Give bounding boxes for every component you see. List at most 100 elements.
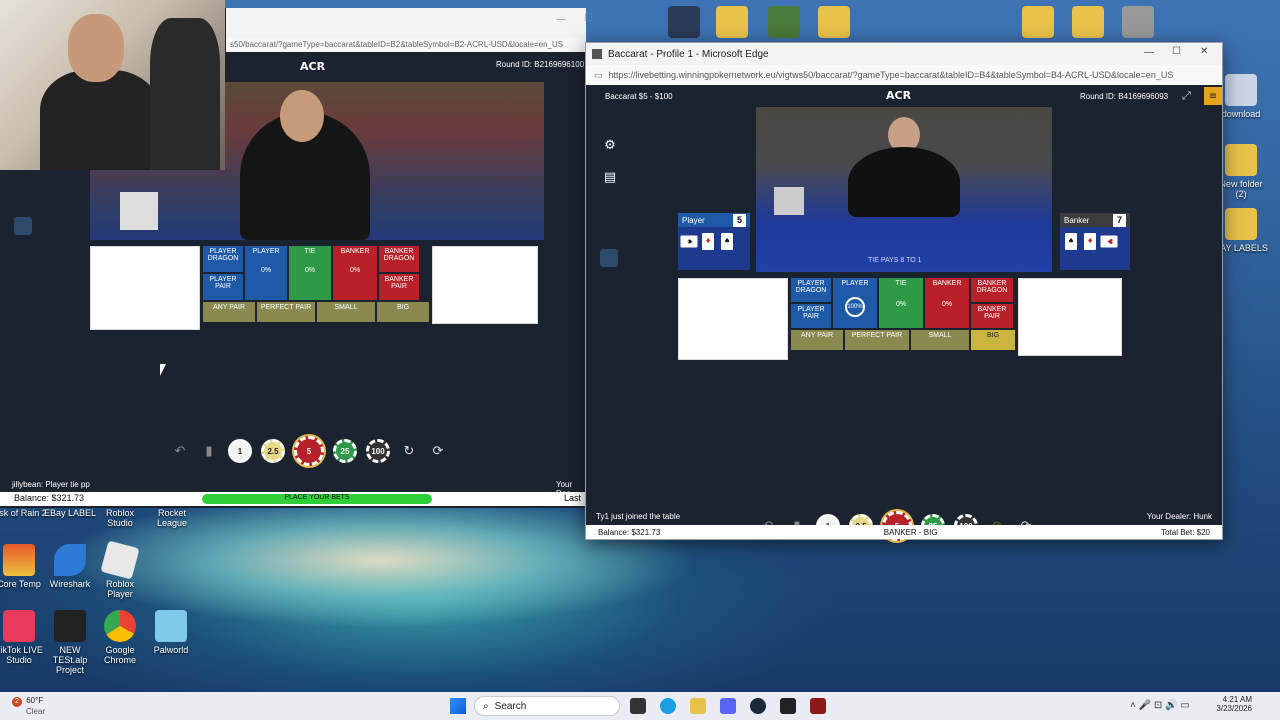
bet-small[interactable]: SMALL [911, 330, 969, 350]
mouse-cursor [160, 364, 166, 376]
discord-icon[interactable] [720, 698, 736, 714]
chip-2-5[interactable]: 2.5 [261, 439, 285, 463]
close-icon[interactable]: ✕ [1200, 46, 1208, 57]
left-bet-player[interactable]: PLAYER 0% [245, 246, 287, 300]
left-side-icon[interactable] [14, 217, 32, 235]
start-icon[interactable] [450, 698, 466, 714]
address-bar[interactable]: ▭ https://livebetting.winningpokernetwor… [586, 65, 1222, 85]
chip-100[interactable]: 100 [366, 439, 390, 463]
minimize-icon[interactable]: — [1144, 47, 1154, 58]
second-person [150, 18, 220, 170]
system-tray[interactable]: ˄ 🎤 ⊡ 🔊 ▭ [1130, 700, 1190, 711]
maximize-icon[interactable]: ☐ [584, 13, 593, 24]
banker-score-panel: Banker 7 ♠ ♦ ♥ [1060, 213, 1130, 270]
player-score: 5 [733, 213, 746, 227]
desktop-icon-roblox-player[interactable]: Roblox Player [92, 540, 148, 599]
desktop-icon-ebay-label[interactable]: EBay LABEL [42, 508, 98, 518]
edge-icon[interactable] [660, 698, 676, 714]
bet-perfect-pair[interactable]: PERFECT PAIR [845, 330, 909, 350]
left-bet-player-dragon[interactable]: PLAYER DRAGON [203, 246, 243, 272]
bet-big[interactable]: BIG [971, 330, 1015, 350]
task-view-icon[interactable] [630, 698, 646, 714]
bet-banker-pair[interactable]: BANKER PAIR [971, 304, 1013, 328]
app-icon-2[interactable] [810, 698, 826, 714]
desktop-icon-label: EBay LABEL [43, 508, 97, 518]
edge-titlebar[interactable]: Baccarat - Profile 1 - Microsoft Edge — … [586, 43, 1222, 65]
left-bet-banker-pair[interactable]: BANKER PAIR [379, 274, 419, 300]
edge-browser-window[interactable]: Baccarat - Profile 1 - Microsoft Edge — … [585, 42, 1223, 541]
left-bet-any-pair[interactable]: ANY PAIR [203, 302, 255, 322]
left-bet-small[interactable]: SMALL [317, 302, 375, 322]
desktop-icon-core-temp[interactable]: Core Temp [0, 544, 47, 589]
left-bead-road [90, 246, 200, 330]
streamer-figure [40, 70, 160, 170]
chip-25[interactable]: 25 [333, 439, 357, 463]
bet-player-dragon[interactable]: PLAYER DRAGON [791, 278, 831, 302]
desktop-icon-palworld[interactable]: Palworld [143, 610, 199, 655]
desktop-icon-top-5[interactable] [1010, 6, 1066, 41]
bet-player-pair[interactable]: PLAYER PAIR [791, 304, 831, 328]
steam-icon[interactable] [750, 698, 766, 714]
left-bet-tie[interactable]: TIE 0% [289, 246, 331, 300]
game-area: Baccarat $5 - $100 ACR Round ID: B416969… [586, 85, 1222, 541]
left-bet-perfect-pair[interactable]: PERFECT PAIR [257, 302, 315, 322]
bet-player[interactable]: PLAYER 100% [833, 278, 877, 328]
maximize-icon[interactable]: ☐ [1172, 46, 1181, 57]
history-icon[interactable]: ▤ [602, 169, 618, 185]
repeat-icon[interactable]: ↻ [399, 441, 419, 461]
left-window-titlebar[interactable]: — ☐ [226, 8, 593, 38]
gear-icon[interactable]: ⚙ [602, 137, 618, 153]
desktop-icon-top-2[interactable] [704, 6, 760, 41]
search-box[interactable]: ⌕ Search [474, 696, 620, 716]
left-acr-logo: ACR [300, 60, 326, 73]
app-icon-1[interactable] [780, 698, 796, 714]
side-chat-icon[interactable] [600, 249, 618, 267]
desktop-icon-top-7[interactable] [1110, 6, 1166, 41]
tie-pays-text: TIE PAYS 8 TO 1 [868, 257, 922, 264]
fullscreen-icon[interactable]: ⤢ [1182, 89, 1191, 103]
url-text: https://livebetting.winningpokernetwork.… [608, 70, 1174, 80]
bet-tie[interactable]: TIE 0% [879, 278, 923, 328]
file-explorer-icon[interactable] [690, 698, 706, 714]
player-label: Player [682, 215, 705, 225]
desktop-icon-new-test-project[interactable]: NEW TESt.alp Project [42, 610, 98, 675]
big-road [1018, 278, 1122, 356]
trash-icon[interactable]: ▮ [199, 441, 219, 461]
desktop-icon-roblox-studio[interactable]: Roblox Studio [92, 508, 148, 528]
left-window-url[interactable]: s50/baccarat/?gameType=baccarat&tableID=… [226, 38, 586, 52]
round-label: Round ID: [1080, 92, 1117, 101]
undo-icon[interactable]: ↶ [170, 441, 190, 461]
bet-banker-dragon[interactable]: BANKER DRAGON [971, 278, 1013, 302]
desktop-icon-tiktok-live-studio[interactable]: TikTok LIVE Studio [0, 610, 47, 665]
chat-message: jillybean: Player tie pp [12, 480, 90, 489]
desktop-icon-google-chrome[interactable]: Google Chrome [92, 610, 148, 665]
bet-label: PLAYER [252, 248, 280, 255]
desktop-icon-wireshark[interactable]: Wireshark [42, 544, 98, 589]
desktop-icon-rocket-league[interactable]: Rocket League [144, 508, 200, 528]
left-big-road [432, 246, 538, 324]
left-bet-banker-dragon[interactable]: BANKER DRAGON [379, 246, 419, 272]
left-bet-banker[interactable]: BANKER 0% [333, 246, 377, 300]
weather-widget[interactable]: 2 60°F Clear [12, 696, 45, 716]
bet-percent: 0% [304, 267, 316, 274]
desktop-icon-top-4[interactable] [806, 6, 862, 41]
left-bet-big[interactable]: BIG [377, 302, 429, 322]
bet-banker[interactable]: BANKER 0% [925, 278, 969, 328]
footer-bar: Balance: $321.73 BANKER - BIG Total Bet:… [586, 525, 1222, 539]
bet-label: TIE [304, 248, 316, 255]
menu-icon[interactable]: ≡ [1204, 87, 1222, 105]
round-id: B4169696093 [1118, 92, 1169, 101]
desktop-icon-top-6[interactable] [1060, 6, 1116, 41]
bet-percent: 0% [895, 301, 907, 308]
bet-any-pair[interactable]: ANY PAIR [791, 330, 843, 350]
clock[interactable]: 4:21 AM 3/23/2026 [1208, 695, 1252, 713]
minimize-icon[interactable]: — [556, 14, 566, 25]
left-bet-player-pair[interactable]: PLAYER PAIR [203, 274, 243, 300]
taskbar: 2 60°F Clear ⌕ Search ˄ 🎤 ⊡ 🔊 ▭ 4:21 AM … [0, 692, 1280, 720]
auto-rebet-icon[interactable]: ⟳ [428, 441, 448, 461]
desktop-icon-top-3[interactable] [756, 6, 812, 41]
chip-5[interactable]: 5 [294, 436, 324, 466]
chip-1[interactable]: 1 [228, 439, 252, 463]
desktop-icon-label: Google Chrome [103, 645, 136, 665]
round-label: Round ID: [496, 60, 533, 69]
